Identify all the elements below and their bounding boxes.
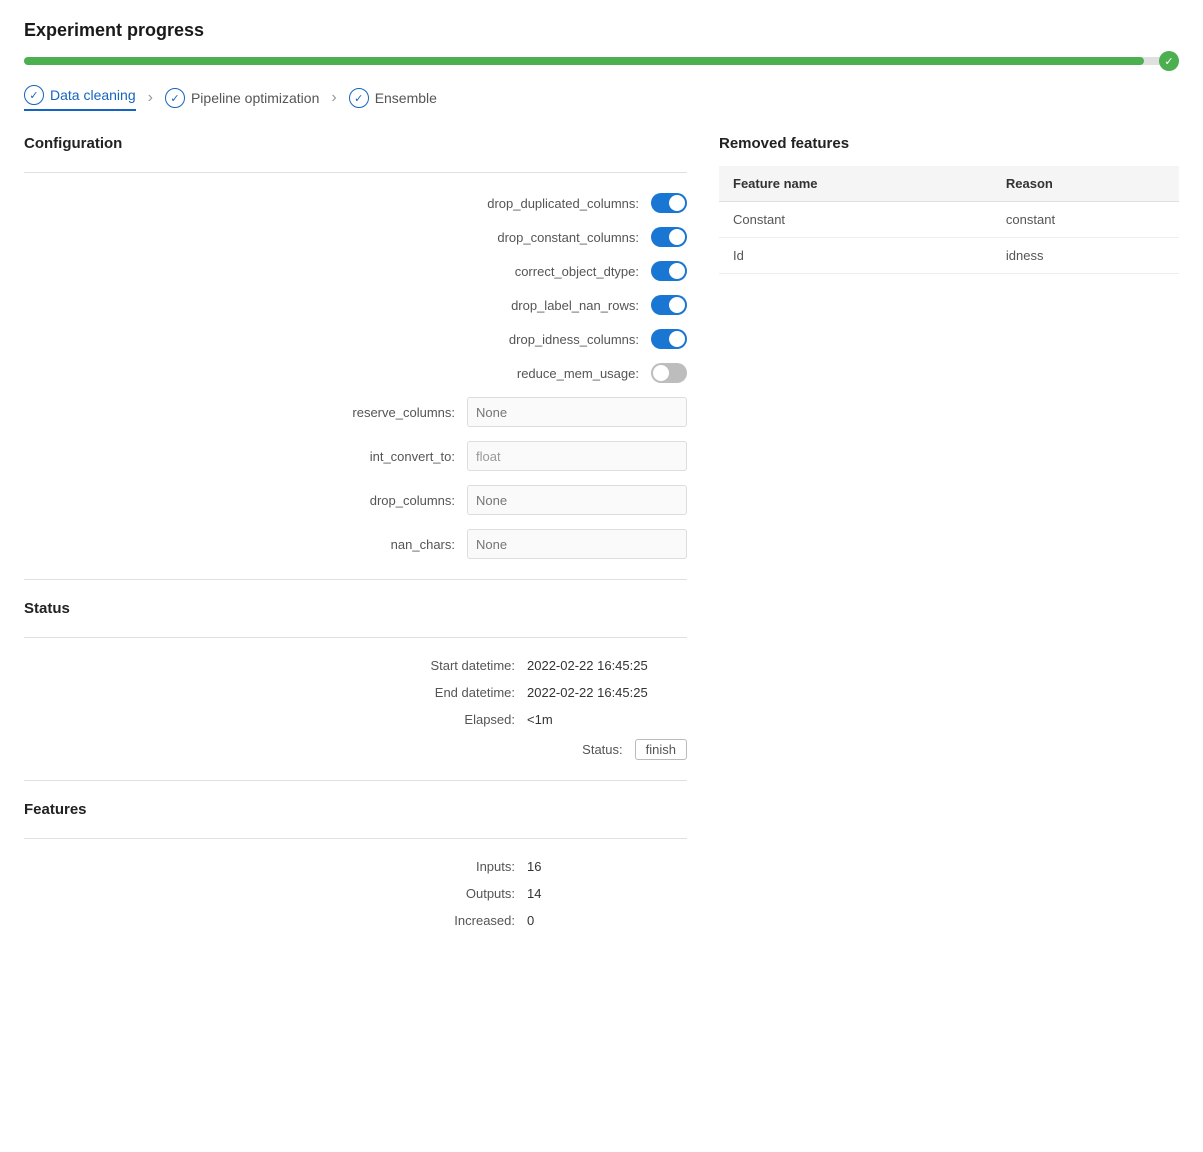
label-start-datetime: Start datetime:: [315, 658, 515, 673]
config-row-reduce-mem-usage: reduce_mem_usage:: [24, 363, 687, 383]
features-row-inputs: Inputs: 16: [24, 859, 687, 874]
step-arrow-2: ›: [331, 89, 336, 107]
main-layout: Configuration drop_duplicated_columns: d…: [24, 135, 1179, 940]
label-increased: Increased:: [315, 913, 515, 928]
value-elapsed: <1m: [527, 712, 687, 727]
config-row-int-convert-to: int_convert_to:: [24, 441, 687, 471]
input-nan-chars[interactable]: [467, 529, 687, 559]
config-row-drop-constant-columns: drop_constant_columns:: [24, 227, 687, 247]
status-section-title: Status: [24, 600, 687, 617]
step-check-ensemble: ✓: [349, 88, 369, 108]
label-reserve-columns: reserve_columns:: [255, 405, 455, 420]
removed-features-table: Feature name Reason Constant constant Id…: [719, 166, 1179, 274]
label-drop-constant-columns: drop_constant_columns:: [439, 230, 639, 245]
config-row-drop-duplicated-columns: drop_duplicated_columns:: [24, 193, 687, 213]
toggle-correct-object-dtype[interactable]: [651, 261, 687, 281]
step-ensemble[interactable]: ✓ Ensemble: [349, 88, 437, 108]
config-row-drop-idness-columns: drop_idness_columns:: [24, 329, 687, 349]
progress-bar-dot: ✓: [1159, 51, 1179, 71]
cell-feature-name-0: Constant: [719, 202, 992, 238]
label-inputs: Inputs:: [315, 859, 515, 874]
step-arrow-1: ›: [148, 89, 153, 107]
features-section-title: Features: [24, 801, 687, 818]
config-divider: [24, 172, 687, 173]
value-end-datetime: 2022-02-22 16:45:25: [527, 685, 687, 700]
page-title: Experiment progress: [24, 20, 1179, 41]
label-int-convert-to: int_convert_to:: [255, 449, 455, 464]
steps-nav: ✓ Data cleaning › ✓ Pipeline optimizatio…: [24, 85, 1179, 111]
label-drop-label-nan-rows: drop_label_nan_rows:: [439, 298, 639, 313]
step-label-ensemble: Ensemble: [375, 90, 437, 106]
value-start-datetime: 2022-02-22 16:45:25: [527, 658, 687, 673]
cell-feature-name-1: Id: [719, 238, 992, 274]
status-divider: [24, 579, 687, 580]
label-drop-columns: drop_columns:: [255, 493, 455, 508]
step-data-cleaning[interactable]: ✓ Data cleaning: [24, 85, 136, 111]
input-drop-columns[interactable]: [467, 485, 687, 515]
label-status: Status:: [423, 742, 623, 757]
col-header-reason: Reason: [992, 166, 1179, 202]
status-inner-divider: [24, 637, 687, 638]
label-drop-idness-columns: drop_idness_columns:: [439, 332, 639, 347]
configuration-section-title: Configuration: [24, 135, 687, 152]
toggle-drop-duplicated-columns[interactable]: [651, 193, 687, 213]
progress-bar-container: ✓: [24, 57, 1179, 65]
status-row-elapsed: Elapsed: <1m: [24, 712, 687, 727]
status-badge: finish: [635, 739, 687, 760]
table-row: Id idness: [719, 238, 1179, 274]
config-row-nan-chars: nan_chars:: [24, 529, 687, 559]
status-row-status: Status: finish: [24, 739, 687, 760]
status-row-start-datetime: Start datetime: 2022-02-22 16:45:25: [24, 658, 687, 673]
label-end-datetime: End datetime:: [315, 685, 515, 700]
removed-features-title: Removed features: [719, 135, 1179, 152]
col-header-feature-name: Feature name: [719, 166, 992, 202]
input-reserve-columns[interactable]: [467, 397, 687, 427]
label-outputs: Outputs:: [315, 886, 515, 901]
step-pipeline-optimization[interactable]: ✓ Pipeline optimization: [165, 88, 319, 108]
config-row-drop-columns: drop_columns:: [24, 485, 687, 515]
label-correct-object-dtype: correct_object_dtype:: [439, 264, 639, 279]
step-check-pipeline-optimization: ✓: [165, 88, 185, 108]
toggle-drop-label-nan-rows[interactable]: [651, 295, 687, 315]
config-row-reserve-columns: reserve_columns:: [24, 397, 687, 427]
cell-reason-0: constant: [992, 202, 1179, 238]
features-row-increased: Increased: 0: [24, 913, 687, 928]
progress-bar-fill: [24, 57, 1144, 65]
label-reduce-mem-usage: reduce_mem_usage:: [439, 366, 639, 381]
cell-reason-1: idness: [992, 238, 1179, 274]
value-inputs: 16: [527, 859, 687, 874]
step-label-pipeline-optimization: Pipeline optimization: [191, 90, 319, 106]
label-nan-chars: nan_chars:: [255, 537, 455, 552]
config-row-correct-object-dtype: correct_object_dtype:: [24, 261, 687, 281]
value-increased: 0: [527, 913, 687, 928]
features-inner-divider: [24, 838, 687, 839]
table-row: Constant constant: [719, 202, 1179, 238]
table-header-row: Feature name Reason: [719, 166, 1179, 202]
right-panel: Removed features Feature name Reason Con…: [719, 135, 1179, 940]
config-row-drop-label-nan-rows: drop_label_nan_rows:: [24, 295, 687, 315]
status-row-end-datetime: End datetime: 2022-02-22 16:45:25: [24, 685, 687, 700]
input-int-convert-to[interactable]: [467, 441, 687, 471]
step-label-data-cleaning: Data cleaning: [50, 87, 136, 103]
toggle-drop-idness-columns[interactable]: [651, 329, 687, 349]
label-drop-duplicated-columns: drop_duplicated_columns:: [439, 196, 639, 211]
features-row-outputs: Outputs: 14: [24, 886, 687, 901]
toggle-drop-constant-columns[interactable]: [651, 227, 687, 247]
features-divider: [24, 780, 687, 781]
label-elapsed: Elapsed:: [315, 712, 515, 727]
value-outputs: 14: [527, 886, 687, 901]
step-check-data-cleaning: ✓: [24, 85, 44, 105]
left-panel: Configuration drop_duplicated_columns: d…: [24, 135, 687, 940]
toggle-reduce-mem-usage[interactable]: [651, 363, 687, 383]
